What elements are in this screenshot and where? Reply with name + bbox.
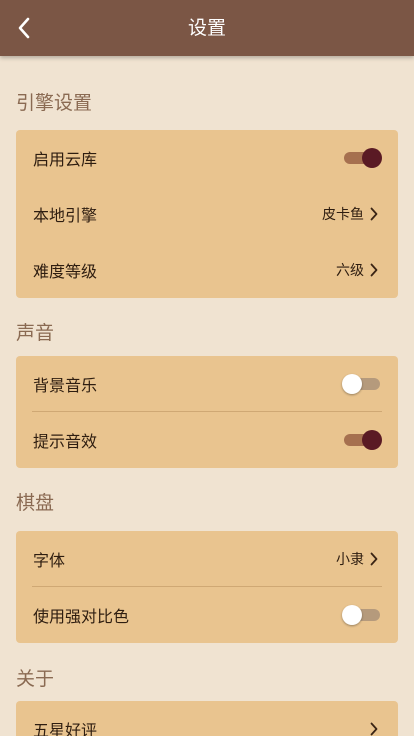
- background-music-label: 背景音乐: [33, 376, 98, 395]
- section-title-about: 关于: [16, 668, 55, 690]
- hint-sound-label: 提示音效: [33, 432, 98, 451]
- toggle-knob: [362, 148, 382, 168]
- top-navbar: 设置: [0, 0, 414, 56]
- toggle-knob: [342, 374, 362, 394]
- local-engine-value: 皮卡鱼: [322, 207, 364, 223]
- high-contrast-row[interactable]: 使用强对比色: [16, 587, 398, 643]
- hint-sound-row[interactable]: 提示音效: [16, 412, 398, 468]
- toggle-knob: [362, 430, 382, 450]
- cloud-library-label: 启用云库: [33, 150, 98, 169]
- local-engine-label: 本地引擎: [33, 206, 98, 225]
- cloud-library-row[interactable]: 启用云库: [16, 130, 398, 186]
- cloud-library-toggle[interactable]: [342, 147, 382, 169]
- background-music-row[interactable]: 背景音乐: [16, 356, 398, 412]
- section-title-engine: 引擎设置: [16, 92, 93, 114]
- hint-sound-toggle[interactable]: [342, 429, 382, 451]
- difficulty-row[interactable]: 难度等级 六级: [16, 242, 398, 298]
- font-value: 小隶: [336, 552, 364, 568]
- chevron-right-icon: [370, 207, 378, 221]
- five-star-rating-label: 五星好评: [33, 721, 98, 736]
- difficulty-value: 六级: [336, 263, 364, 279]
- local-engine-row[interactable]: 本地引擎 皮卡鱼: [16, 186, 398, 242]
- difficulty-label: 难度等级: [33, 262, 98, 281]
- font-row[interactable]: 字体 小隶: [16, 531, 398, 587]
- chevron-right-icon: [370, 722, 378, 736]
- font-label: 字体: [33, 551, 66, 570]
- section-title-board: 棋盘: [16, 492, 55, 514]
- five-star-rating-row[interactable]: 五星好评: [16, 701, 398, 736]
- high-contrast-toggle[interactable]: [342, 604, 382, 626]
- chevron-right-icon: [370, 552, 378, 566]
- section-title-sound: 声音: [16, 322, 55, 344]
- board-settings-card: 字体 小隶 使用强对比色: [16, 531, 398, 643]
- chevron-right-icon: [370, 263, 378, 277]
- background-music-toggle[interactable]: [342, 373, 382, 395]
- about-card: 五星好评: [16, 701, 398, 736]
- toggle-knob: [342, 605, 362, 625]
- sound-settings-card: 背景音乐 提示音效: [16, 356, 398, 468]
- high-contrast-label: 使用强对比色: [33, 607, 130, 626]
- page-title: 设置: [187, 17, 226, 39]
- engine-settings-card: 启用云库 本地引擎 皮卡鱼 难度等级 六级: [16, 130, 398, 298]
